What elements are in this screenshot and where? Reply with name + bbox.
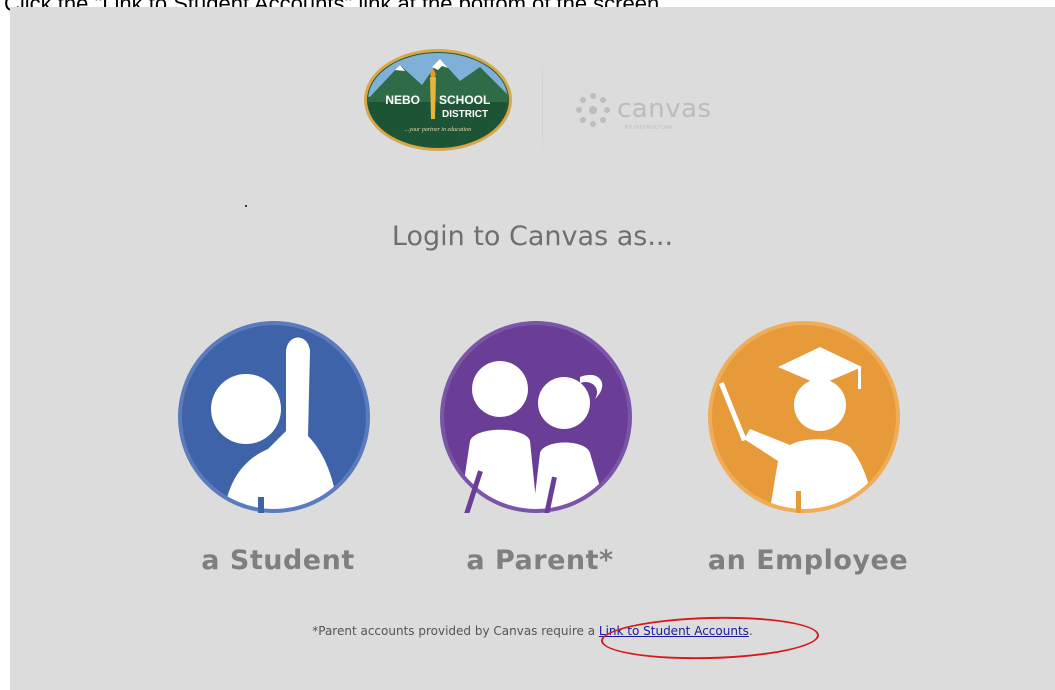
role-student[interactable]: a Student — [178, 321, 370, 576]
role-parent[interactable]: a Parent* — [440, 321, 632, 576]
highlight-annotation — [600, 614, 820, 662]
footer-prefix: *Parent accounts provided by Canvas requ… — [312, 624, 599, 638]
logo-divider — [542, 55, 543, 157]
logo-line1-left: NEBO — [385, 93, 420, 107]
login-panel: NEBO SCHOOL DISTRICT ...your partner in … — [10, 7, 1055, 690]
canvas-logo-icon — [576, 93, 610, 127]
role-employee-label[interactable]: an Employee — [648, 545, 968, 576]
page-heading: Login to Canvas as... — [391, 221, 674, 252]
logo-tagline: ...your partner in education — [405, 127, 471, 133]
parents-icon[interactable] — [440, 321, 632, 513]
stray-dot — [245, 205, 247, 207]
canvas-brand: canvas BY INSTRUCTURE — [575, 92, 735, 132]
teacher-graduate-icon[interactable] — [708, 321, 900, 513]
logo-line2: DISTRICT — [442, 109, 488, 120]
nebo-school-district-logo: NEBO SCHOOL DISTRICT ...your partner in … — [364, 49, 512, 151]
canvas-byline: BY INSTRUCTURE — [625, 125, 674, 131]
student-raised-hand-icon[interactable] — [178, 321, 370, 513]
role-employee[interactable]: an Employee — [708, 321, 908, 576]
canvas-wordmark: canvas — [617, 94, 712, 124]
logo-line1-right: SCHOOL — [439, 93, 490, 107]
logo-area: NEBO SCHOOL DISTRICT ...your partner in … — [360, 47, 740, 167]
footer-note: *Parent accounts provided by Canvas requ… — [10, 624, 1055, 638]
